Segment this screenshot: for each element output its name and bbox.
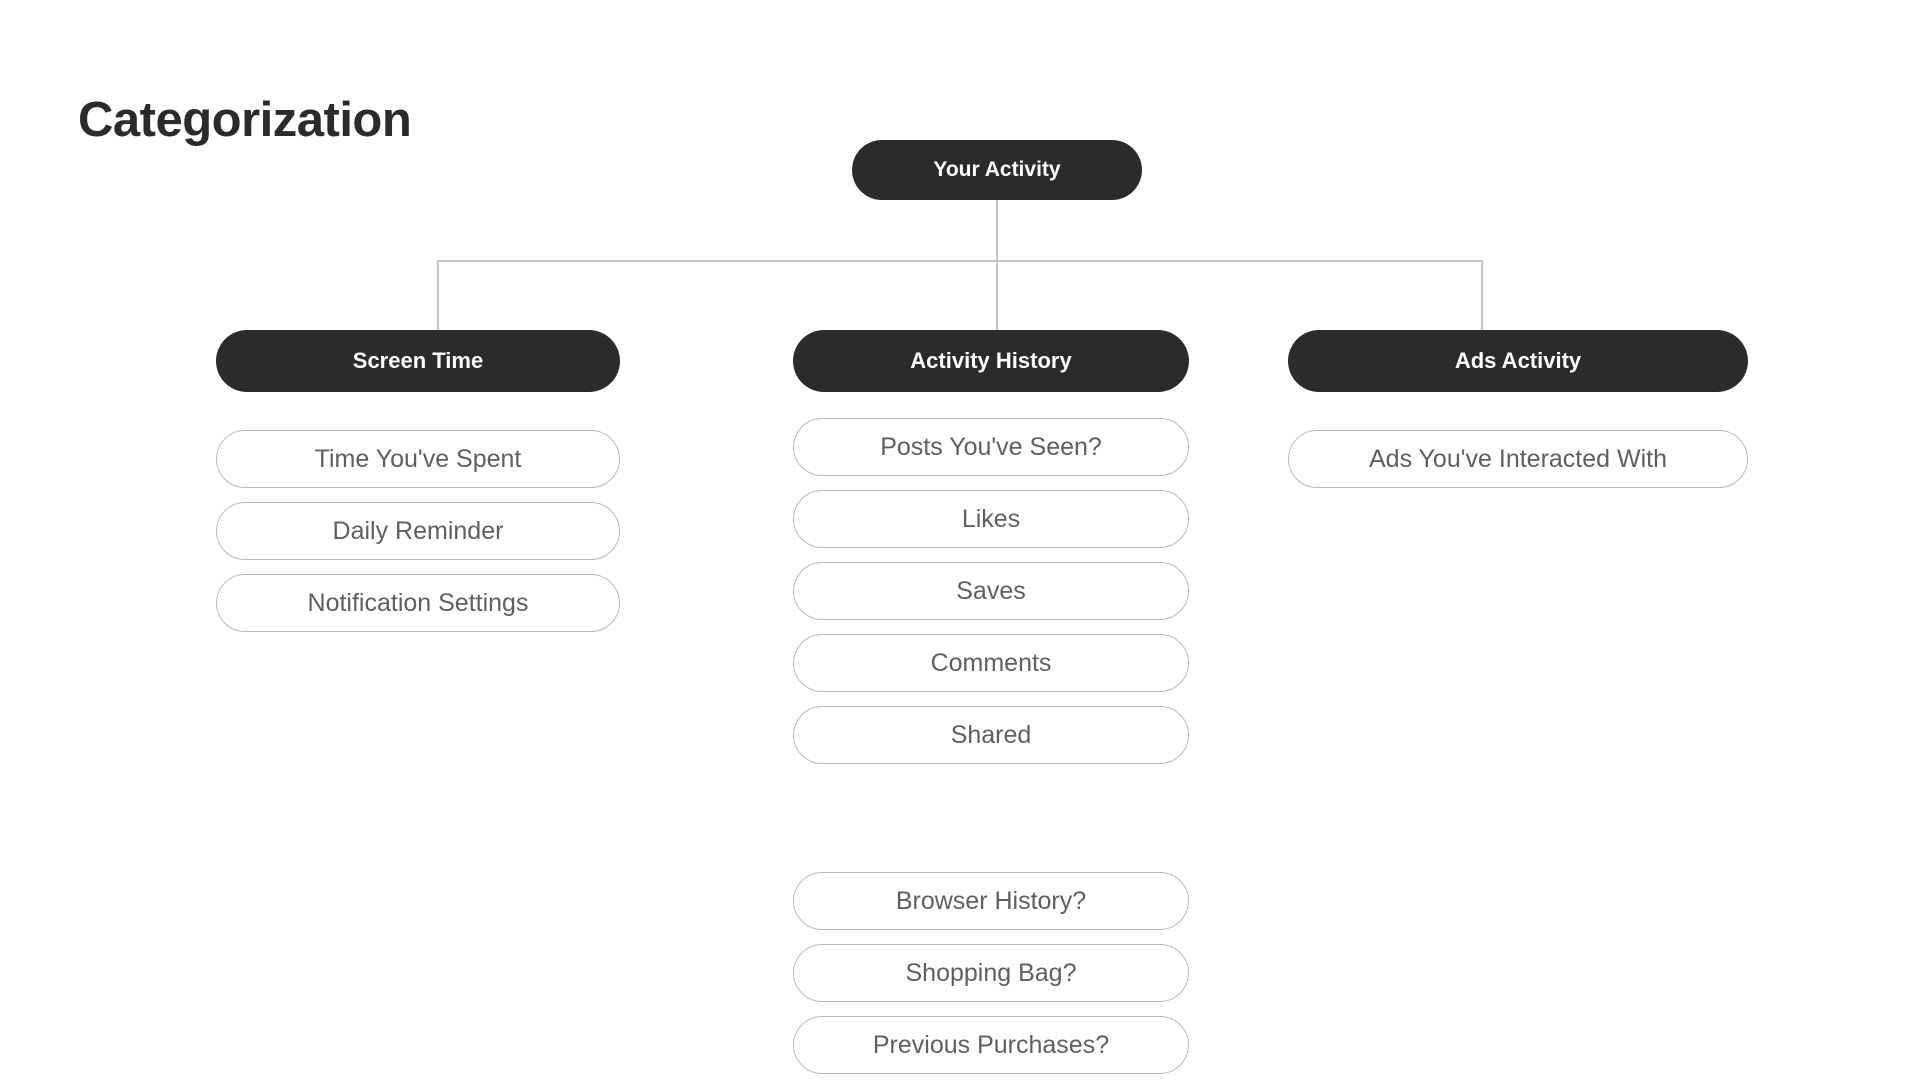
node-comments-label: Comments [930,648,1052,677]
node-activity-history-header[interactable]: Activity History [793,330,1189,392]
diagram-canvas: Categorization Your Activity Screen Time… [0,0,1920,1080]
node-likes-label: Likes [961,504,1021,533]
node-screen-time-header[interactable]: Screen Time [216,330,620,392]
node-activity-history-header-label: Activity History [910,348,1072,373]
page-title: Categorization [78,93,412,147]
node-shared[interactable]: Shared [793,706,1189,764]
node-browser-history[interactable]: Browser History? [793,872,1189,930]
node-shared-label: Shared [950,720,1032,749]
node-shopping-bag-label: Shopping Bag? [905,958,1077,987]
node-daily-reminder-label: Daily Reminder [332,516,504,545]
node-ads-activity-header-label: Ads Activity [1454,348,1582,373]
node-time-youve-spent-label: Time You've Spent [314,444,522,473]
node-time-youve-spent[interactable]: Time You've Spent [216,430,620,488]
node-daily-reminder[interactable]: Daily Reminder [216,502,620,560]
node-shopping-bag[interactable]: Shopping Bag? [793,944,1189,1002]
node-ads-youve-interacted-with-label: Ads You've Interacted With [1368,444,1667,473]
node-saves[interactable]: Saves [793,562,1189,620]
node-notification-settings[interactable]: Notification Settings [216,574,620,632]
node-posts-youve-seen-label: Posts You've Seen? [880,432,1102,461]
node-comments[interactable]: Comments [793,634,1189,692]
node-ads-activity-header[interactable]: Ads Activity [1288,330,1748,392]
node-screen-time-header-label: Screen Time [352,348,484,373]
node-likes[interactable]: Likes [793,490,1189,548]
node-saves-label: Saves [956,576,1026,605]
node-posts-youve-seen[interactable]: Posts You've Seen? [793,418,1189,476]
node-your-activity-label: Your Activity [933,158,1061,181]
node-browser-history-label: Browser History? [895,886,1087,915]
node-notification-settings-label: Notification Settings [307,588,529,617]
node-previous-purchases-label: Previous Purchases? [872,1030,1110,1059]
node-your-activity[interactable]: Your Activity [852,140,1142,200]
node-previous-purchases[interactable]: Previous Purchases? [793,1016,1189,1074]
node-ads-youve-interacted-with[interactable]: Ads You've Interacted With [1288,430,1748,488]
